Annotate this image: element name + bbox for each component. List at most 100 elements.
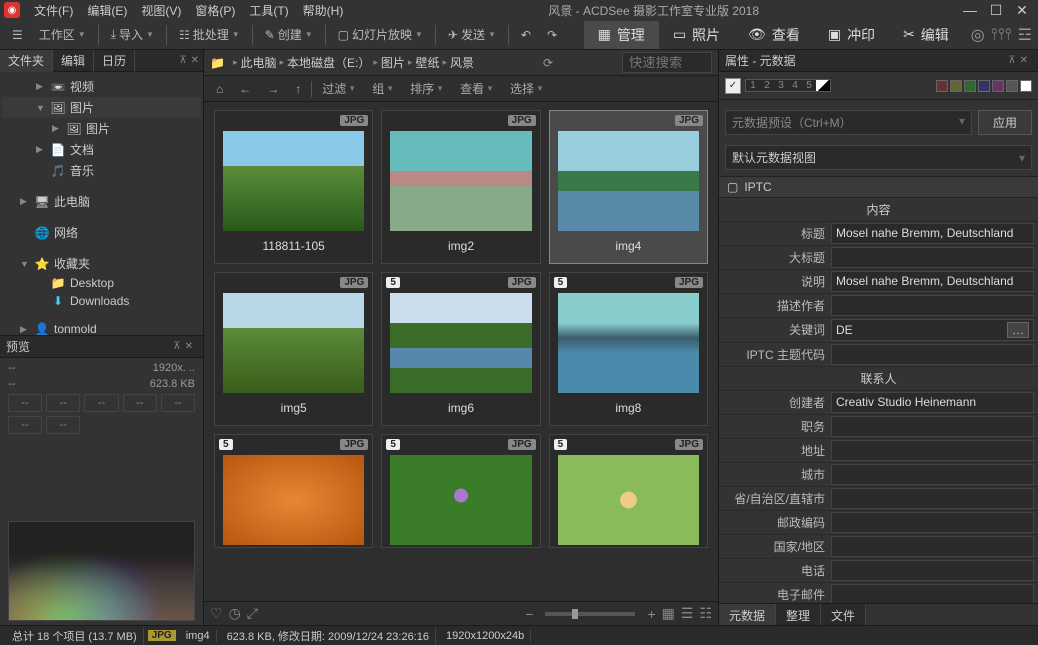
close-panel-icon[interactable]: ✕ [191,55,199,66]
menu-help[interactable]: 帮助(H) [297,0,350,21]
tree-favorites[interactable]: ▼⭐收藏夹 [2,253,201,274]
detail-view-icon[interactable]: ☰ [681,605,694,622]
menu-file[interactable]: 文件(F) [28,0,79,21]
thumb -item[interactable]: 5JPG img8 [549,272,708,426]
rotate-left-icon[interactable]: ↶ [515,25,537,45]
menu-panes[interactable]: 窗格(P) [189,0,241,21]
zoom-in-icon[interactable]: + [647,606,655,622]
zoom-slider[interactable] [545,612,635,616]
refresh-icon[interactable]: ⟳ [543,56,553,70]
field-country[interactable] [831,536,1034,557]
select-button[interactable]: 选择▼ [504,78,550,99]
tree-documents[interactable]: ▶📄文档 [2,139,201,160]
field-email[interactable] [831,584,1034,603]
workspace-button[interactable]: 工作区▼ [33,23,92,46]
clock-icon[interactable]: ◷ [229,605,241,622]
create-button[interactable]: ✎ 创建▼ [259,23,319,46]
tree-music[interactable]: 🎵音乐 [2,160,201,181]
iptc-section-head[interactable]: ▢IPTC [719,176,1038,198]
path-wallpaper[interactable]: 壁纸 [415,54,439,71]
close-button[interactable]: ✕ [1010,2,1034,19]
menu-tools[interactable]: 工具(T) [243,0,294,21]
send-button[interactable]: ✈ 发送▼ [442,23,502,46]
folder-icon[interactable]: 📁 [210,56,225,70]
maximize-button[interactable]: ☐ [984,2,1008,19]
thumb-item[interactable]: 5JPG [214,434,373,548]
path-scenery[interactable]: 风景 [450,54,474,71]
tab-calendar[interactable]: 日历 [94,50,135,72]
metadata-view-select[interactable]: 默认元数据视图▾ [725,145,1032,170]
thumb-item[interactable]: JPG img5 [214,272,373,426]
close-panel-icon[interactable]: ✕ [1020,55,1028,66]
toolbar-menu-icon[interactable]: ☰ [6,25,29,45]
back-icon[interactable]: ← [233,80,257,98]
tab-organize[interactable]: 整理 [776,604,821,625]
sort-button[interactable]: 排序▼ [404,78,450,99]
tag-checkbox[interactable]: ✓ [725,78,741,94]
tree-pictures-sub[interactable]: ▶🖼图片 [2,118,201,139]
quick-search-input[interactable] [622,52,712,73]
filter-button[interactable]: 过滤▼ [316,78,362,99]
thumb-item[interactable]: JPG img2 [381,110,540,264]
tab-folders[interactable]: 文件夹 [0,50,53,72]
field-description[interactable]: Mosel nahe Bremm, Deutschland [831,271,1034,292]
thumb-item[interactable]: JPG 118811-105 [214,110,373,264]
rotate-right-icon[interactable]: ↷ [541,25,563,45]
tree-desktop[interactable]: 📁Desktop [2,274,201,292]
pin-icon[interactable]: ⊼ [1008,55,1015,66]
tree-user[interactable]: ▶👤tonmold [2,320,201,335]
tab-file[interactable]: 文件 [821,604,866,625]
field-creator[interactable]: Creativ Studio Heinemann [831,392,1034,413]
mode-view[interactable]: 👁 查看 [734,21,814,49]
batch-button[interactable]: ☷ 批处理▼ [173,23,246,46]
grid-view-icon[interactable]: ▦ [662,605,675,622]
metadata-preset-input[interactable]: 元数据预设（Ctrl+M） ▾ [725,110,972,135]
zoom-out-icon[interactable]: − [525,606,533,622]
path-drive[interactable]: 本地磁盘（E:） [287,54,370,71]
forward-icon[interactable]: → [261,80,285,98]
path-pictures[interactable]: 图片 [381,54,405,71]
minimize-button[interactable]: — [958,2,982,19]
menu-view[interactable]: 视图(V) [135,0,187,21]
apply-button[interactable]: 应用 [978,110,1032,135]
field-postal[interactable] [831,512,1034,533]
tab-metadata[interactable]: 元数据 [719,604,776,625]
mode-manage[interactable]: ▦ 管理 [584,21,659,49]
thumb-item[interactable]: 5JPG [381,434,540,548]
thumb-item-selected[interactable]: JPG img4 [549,110,708,264]
home-icon[interactable]: ⌂ [210,80,229,98]
keywords-more-button[interactable]: … [1007,322,1029,338]
field-desc-writer[interactable] [831,295,1034,316]
field-job-title[interactable] [831,416,1034,437]
tab-edit-history[interactable]: 编辑 [53,50,94,72]
mode-edit[interactable]: ✂ 编辑 [889,21,963,49]
view-button[interactable]: 查看▼ [454,78,500,99]
thumb-item[interactable]: 5JPG img6 [381,272,540,426]
pin-icon[interactable]: ⊼ [173,341,180,352]
field-state[interactable] [831,488,1034,509]
field-headline[interactable] [831,247,1034,268]
field-title[interactable]: Mosel nahe Bremm, Deutschland [831,223,1034,244]
menu-edit[interactable]: 编辑(E) [81,0,133,21]
rating-picker[interactable]: 12345 [745,79,831,92]
tree-network[interactable]: 🌐网络 [2,222,201,243]
pin-icon[interactable]: ⊼ [179,55,186,66]
import-button[interactable]: ⤓ 导入▼ [105,23,160,46]
group-button[interactable]: 组▼ [366,78,400,99]
field-address[interactable] [831,440,1034,461]
mode-develop[interactable]: ▣ 冲印 [814,21,889,49]
field-city[interactable] [831,464,1034,485]
mode-photo[interactable]: ▭ 照片 [659,21,734,49]
field-subject-code[interactable] [831,344,1034,365]
path-thispc[interactable]: 此电脑 [240,54,276,71]
slideshow-button[interactable]: ▢ 幻灯片放映▼ [332,23,429,46]
sync-menu-icon[interactable]: ☲ [1018,25,1032,45]
field-phone[interactable] [831,560,1034,581]
tree-video[interactable]: ▶📼视频 [2,76,201,97]
view365-icon[interactable]: ◎ [971,25,985,45]
close-panel-icon[interactable]: ✕ [185,341,193,352]
fav-icon[interactable]: ♡ [210,605,223,622]
field-keywords[interactable]: … [831,319,1034,341]
thumb-item[interactable]: 5JPG [549,434,708,548]
expand-icon[interactable]: ⤢ [247,605,258,622]
